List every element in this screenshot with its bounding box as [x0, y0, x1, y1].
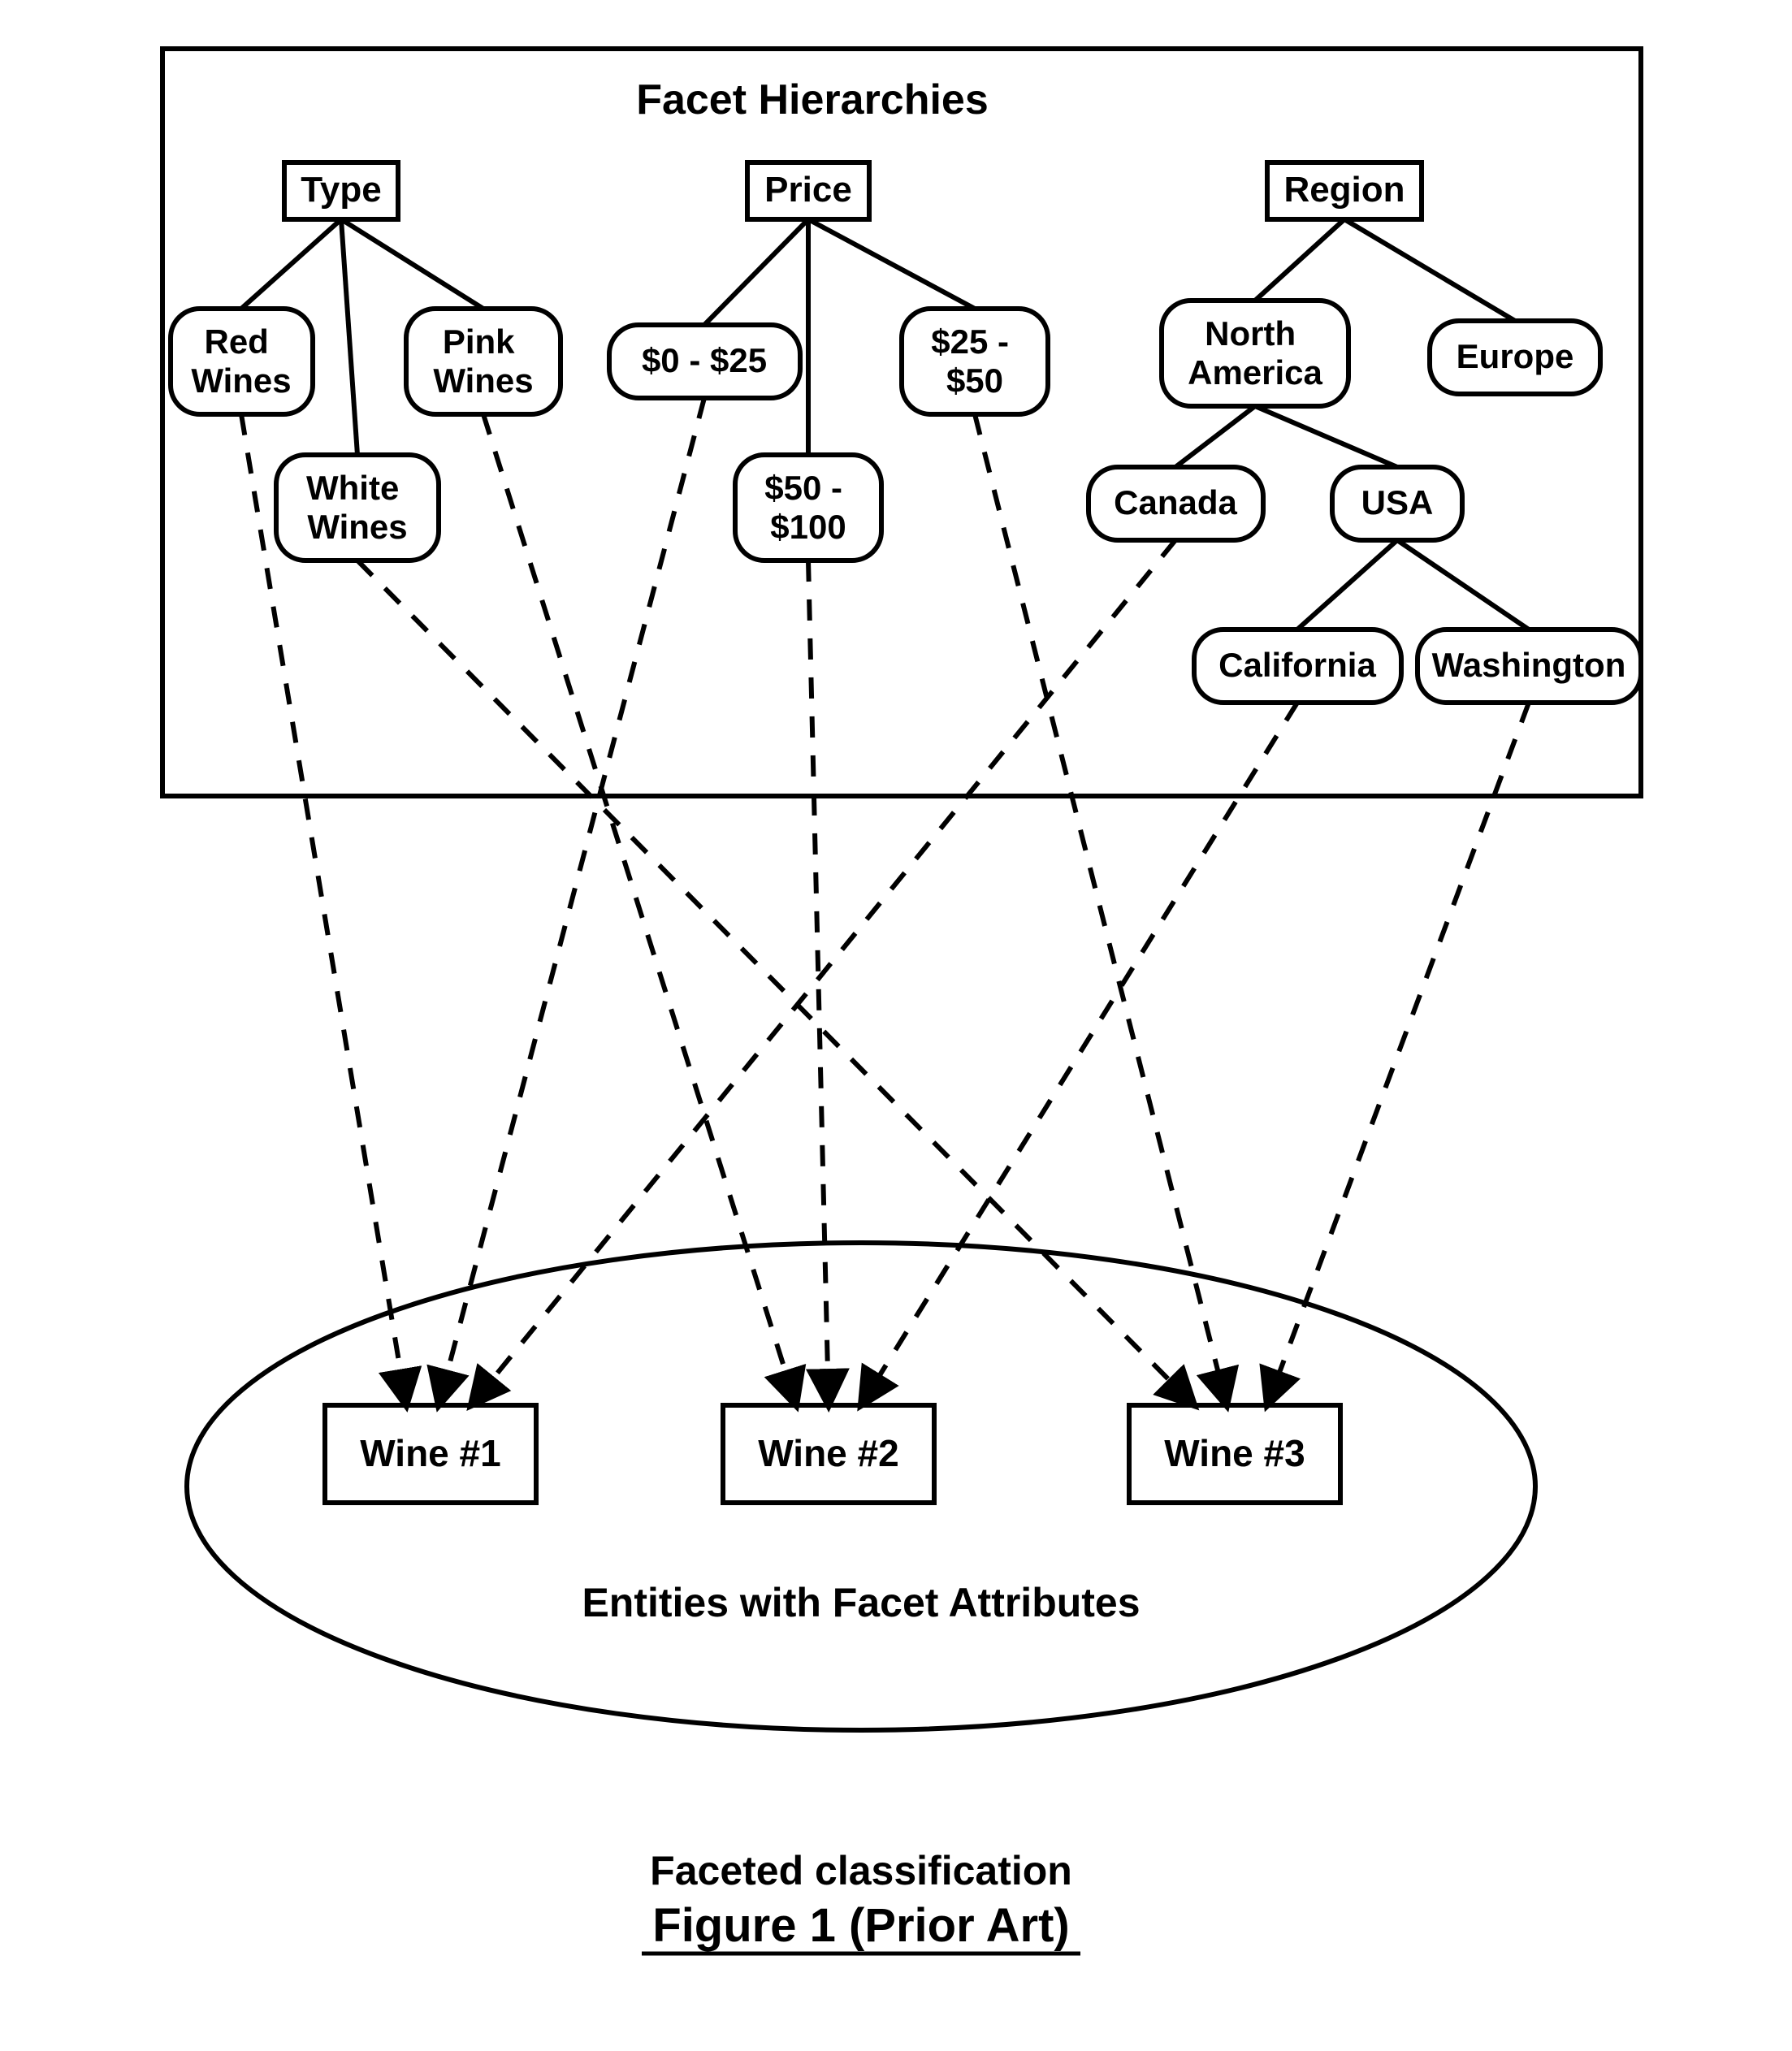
map-california-to-wine2 [861, 703, 1297, 1405]
svg-text:$0 - $25: $0 - $25 [642, 341, 767, 379]
svg-text:California: California [1218, 646, 1376, 684]
svg-text:Red Wines: Red Wines [191, 322, 291, 400]
svg-text:Europe: Europe [1457, 337, 1574, 375]
entity-wine-3-label: Wine #3 [1164, 1432, 1305, 1474]
edge-na-usa [1255, 406, 1397, 467]
edge-region-eu [1344, 219, 1515, 321]
node-canada: Canada [1089, 467, 1263, 540]
facet-root-type-label: Type [301, 170, 381, 210]
facet-hierarchies-title: Facet Hierarchies [636, 76, 989, 123]
node-washington: Washington [1418, 630, 1641, 703]
svg-text:$50 - $100: $50 - $100 [764, 469, 851, 546]
map-p50-to-wine2 [808, 560, 829, 1405]
entity-wine-2-label: Wine #2 [758, 1432, 898, 1474]
svg-text:North America: North America [1188, 314, 1322, 392]
edge-price-25 [808, 219, 975, 309]
facet-root-region-label: Region [1283, 170, 1405, 210]
node-north-america: North America [1162, 301, 1348, 406]
svg-text:White Wines: White Wines [306, 469, 409, 546]
edge-region-na [1255, 219, 1344, 301]
node-usa: USA [1332, 467, 1462, 540]
edge-usa-wash [1397, 540, 1529, 630]
svg-text:USA: USA [1361, 483, 1434, 521]
map-washington-to-wine3 [1267, 703, 1529, 1405]
edge-type-white [341, 219, 357, 455]
map-white-to-wine3 [357, 560, 1194, 1405]
facet-root-price-label: Price [764, 170, 852, 210]
edge-usa-cal [1297, 540, 1397, 630]
node-europe: Europe [1430, 321, 1600, 394]
edge-na-canada [1175, 406, 1255, 467]
figure-caption-line1: Faceted classification [650, 1848, 1072, 1893]
entity-wine-1-label: Wine #1 [360, 1432, 500, 1474]
svg-text:Washington: Washington [1432, 646, 1626, 684]
node-california: California [1194, 630, 1401, 703]
edge-type-red [241, 219, 341, 309]
edge-price-0 [704, 219, 808, 325]
node-price-50-100: $50 - $100 [735, 455, 881, 560]
entities-title: Entities with Facet Attributes [582, 1580, 1140, 1625]
node-white-wines: White Wines [276, 455, 439, 560]
svg-text:Pink Wines: Pink Wines [433, 322, 533, 400]
svg-text:Canada: Canada [1114, 483, 1237, 521]
node-price-0-25: $0 - $25 [609, 325, 800, 398]
node-price-25-50: $25 - $50 [902, 309, 1048, 414]
node-red-wines: Red Wines [171, 309, 313, 414]
figure-caption-line2: Figure 1 (Prior Art) [652, 1899, 1069, 1952]
edge-type-pink [341, 219, 483, 309]
node-pink-wines: Pink Wines [406, 309, 561, 414]
